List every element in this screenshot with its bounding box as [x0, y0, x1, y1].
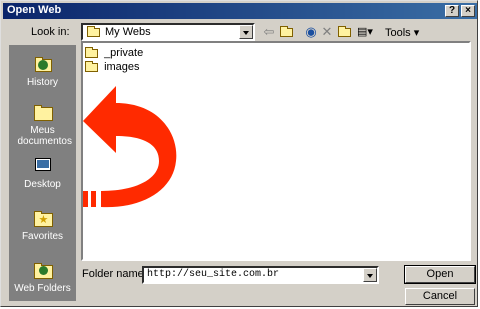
curved-arrow-icon	[83, 86, 177, 208]
folder-name-input[interactable]: http://seu_site.com.br	[142, 266, 379, 284]
up-folder-icon[interactable]	[279, 24, 295, 40]
chevron-down-icon[interactable]	[239, 25, 253, 39]
cancel-button[interactable]: Cancel	[405, 288, 475, 305]
file-name: _private	[104, 47, 144, 59]
look-in-dropdown[interactable]: My Webs	[81, 23, 255, 41]
folder-name-value: http://seu_site.com.br	[147, 269, 280, 280]
folder-icon	[87, 26, 100, 37]
chevron-down-icon[interactable]	[363, 268, 377, 282]
views-icon[interactable]: ▤▾	[357, 24, 373, 40]
favorites-icon: ★	[31, 207, 55, 229]
folder-icon	[85, 46, 98, 58]
place-favorites[interactable]: ★ Favorites	[9, 207, 76, 242]
place-label: Desktop	[24, 179, 61, 190]
back-icon[interactable]: ⇦	[261, 24, 277, 40]
open-button[interactable]: Open	[404, 265, 476, 284]
place-my-documents[interactable]: Meus documentos	[9, 101, 76, 147]
folder-icon	[85, 60, 98, 72]
place-label: Favorites	[21, 231, 64, 242]
search-web-icon[interactable]: ◉	[303, 24, 319, 40]
place-desktop[interactable]: Desktop	[9, 155, 76, 190]
place-label: Meus documentos	[17, 125, 72, 147]
desktop-icon	[31, 155, 55, 177]
list-item[interactable]: _private	[85, 46, 144, 59]
folder-name-label: Folder name:	[82, 268, 147, 280]
place-web-folders[interactable]: Web Folders	[9, 259, 76, 294]
list-item[interactable]: images	[85, 60, 140, 73]
close-button[interactable]: ×	[461, 5, 475, 17]
history-icon	[31, 53, 55, 75]
look-in-label: Look in:	[31, 26, 70, 38]
help-button[interactable]: ?	[445, 5, 459, 17]
open-web-dialog: Open Web ? × Look in: My Webs ⇦ ◉ ✕ ▤▾ T…	[0, 0, 478, 307]
tools-menu[interactable]: Tools ▾	[385, 26, 419, 39]
places-bar: History Meus documentos Desktop ★ Favori…	[9, 45, 76, 301]
delete-icon[interactable]: ✕	[319, 24, 335, 40]
place-label: Web Folders	[14, 283, 71, 294]
title-bar[interactable]: Open Web ? ×	[3, 3, 477, 19]
web-folders-icon	[31, 259, 55, 281]
my-documents-icon	[31, 101, 55, 123]
new-folder-icon[interactable]	[337, 24, 353, 40]
place-history[interactable]: History	[9, 53, 76, 88]
dialog-title: Open Web	[7, 4, 62, 16]
place-label: History	[26, 77, 59, 88]
file-name: images	[104, 61, 140, 73]
look-in-value: My Webs	[105, 26, 151, 38]
